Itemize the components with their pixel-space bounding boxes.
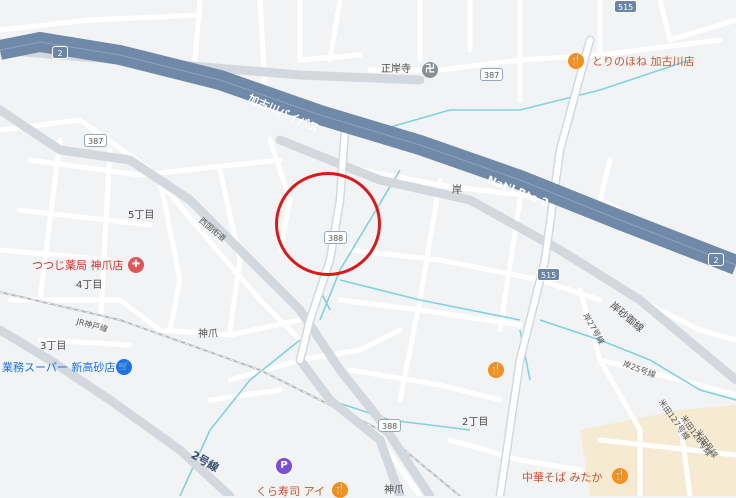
pharmacy-label[interactable]: つつじ薬局 神爪店 — [32, 260, 124, 271]
area-chome4-label: 4丁目 — [76, 280, 103, 291]
kazume-bottom-label: 神爪 — [384, 485, 404, 496]
restaurant-icon-mid[interactable]: 🍴 — [488, 362, 504, 378]
pharmacy-icon[interactable]: ✚ — [128, 257, 144, 273]
temple-icon[interactable]: 卍 — [422, 62, 438, 78]
restaurant-icon-tori[interactable]: 🍴 — [568, 53, 584, 69]
temple-label: 正岸寺 — [381, 64, 411, 75]
route-2-shield-right: 2 — [708, 253, 724, 266]
area-chome3-label: 3丁目 — [40, 341, 67, 352]
chuka-label[interactable]: 中華そば みたか — [522, 472, 603, 483]
route-515-shield: 515 — [537, 268, 561, 281]
route-388-shield-bottom: 388 — [378, 419, 402, 432]
restaurant-icon-chuka[interactable]: 🍴 — [612, 468, 628, 484]
area-kishi-label: 岸 — [452, 185, 462, 196]
area-chome5-label: 5丁目 — [128, 210, 155, 221]
kura-label[interactable]: くら寿司 アイ — [256, 486, 325, 497]
area-kazume-label: 神爪 — [198, 329, 218, 340]
route-387-shield-top: 387 — [480, 68, 504, 81]
route-2-shield-left: 2 — [52, 46, 68, 59]
route-387-shield-left: 387 — [84, 134, 108, 147]
route-515-shield-top: 515 — [614, 0, 638, 13]
supermarket-label[interactable]: 業務スーパー 新高砂店 — [2, 362, 115, 373]
parking-icon[interactable]: P — [276, 458, 292, 474]
highlight-circle — [275, 172, 381, 276]
cart-icon[interactable]: 🛒 — [116, 359, 132, 375]
area-chome2-label: 2丁目 — [462, 417, 489, 428]
restaurant-tori-label[interactable]: とりのほね 加古川店 — [592, 56, 695, 67]
